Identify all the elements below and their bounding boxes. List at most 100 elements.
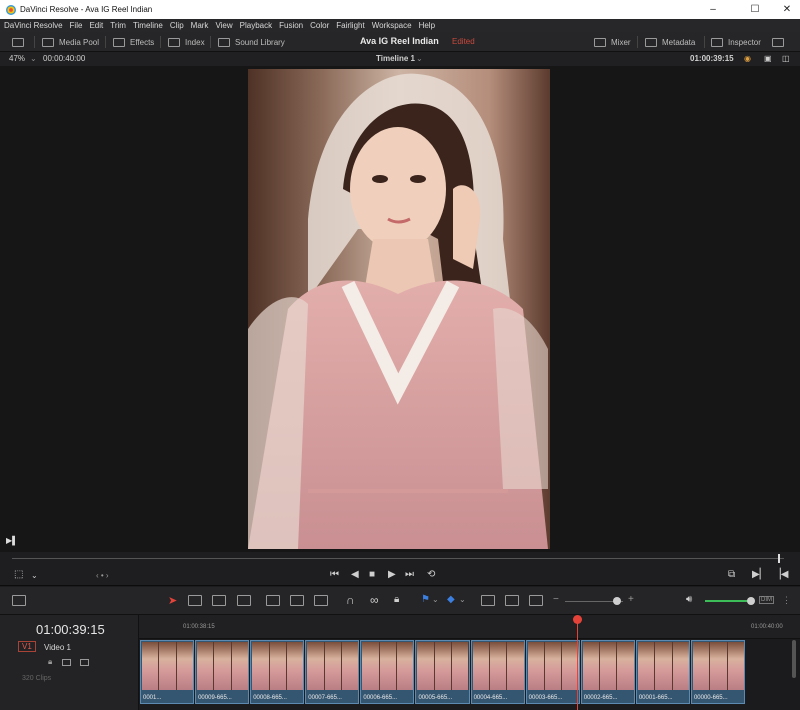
menu-timeline[interactable]: Timeline bbox=[133, 21, 163, 30]
maximize-button[interactable]: ☐ bbox=[738, 0, 772, 19]
timeline-clip[interactable]: 00003-665... bbox=[525, 640, 580, 704]
zoom-custom-icon[interactable] bbox=[529, 595, 543, 606]
jog-control-icon[interactable]: ‹ • › bbox=[96, 571, 109, 580]
timeline-clip[interactable]: 00007-665... bbox=[305, 640, 360, 704]
zoom-out-icon[interactable]: − bbox=[553, 594, 559, 605]
position-lock-icon[interactable]: 🔒︎ bbox=[394, 594, 399, 605]
blade-tool-icon[interactable] bbox=[237, 595, 251, 606]
sound-library-button[interactable]: Sound Library bbox=[218, 32, 285, 52]
sound-library-label: Sound Library bbox=[235, 37, 285, 47]
linked-selection-icon[interactable]: ∞ bbox=[370, 593, 379, 607]
snapping-icon[interactable]: ∩ bbox=[346, 593, 355, 607]
timeline-clip[interactable]: 00001-665... bbox=[635, 640, 690, 704]
timeline-clip[interactable]: 00002-665... bbox=[580, 640, 635, 704]
overwrite-clip-icon[interactable] bbox=[290, 595, 304, 606]
menu-color[interactable]: Color bbox=[310, 21, 329, 30]
timeline-clip[interactable]: 00006-665... bbox=[360, 640, 415, 704]
playhead-line[interactable] bbox=[577, 620, 578, 710]
selection-tool-icon[interactable]: ➤ bbox=[168, 594, 177, 607]
chevron-down-icon[interactable]: ⌄ bbox=[416, 54, 423, 63]
go-to-start-button[interactable]: ⏮ bbox=[330, 569, 339, 580]
next-frame-icon[interactable]: ▶▏ bbox=[752, 569, 767, 580]
chevron-down-icon[interactable]: ⌄ bbox=[432, 595, 439, 604]
mixer-button[interactable]: Mixer bbox=[594, 32, 631, 52]
menu-fusion[interactable]: Fusion bbox=[279, 21, 303, 30]
color-wheel-icon[interactable]: ◉ bbox=[744, 54, 751, 63]
panel-collapse-button[interactable] bbox=[772, 32, 789, 52]
marker-icon[interactable]: ◆ bbox=[447, 594, 455, 605]
timeline-name-dropdown[interactable]: Timeline 1 bbox=[376, 54, 415, 63]
zoom-level-dropdown[interactable]: 47% bbox=[9, 54, 25, 63]
timeline-ruler[interactable]: 01:00:38:15 01:00:40:00 bbox=[139, 615, 800, 639]
inspector-button[interactable]: Inspector bbox=[711, 32, 761, 52]
chevron-down-icon[interactable]: ⌄ bbox=[31, 571, 38, 580]
clip-name: 00000-665... bbox=[693, 695, 728, 701]
timeline-clip[interactable]: 00009-665... bbox=[195, 640, 250, 704]
menu-trim[interactable]: Trim bbox=[110, 21, 126, 30]
trim-edit-icon[interactable] bbox=[188, 595, 202, 606]
effects-button[interactable]: Effects bbox=[113, 32, 154, 52]
menu-view[interactable]: View bbox=[215, 21, 232, 30]
menu-file[interactable]: File bbox=[70, 21, 83, 30]
auto-select-icon[interactable] bbox=[62, 659, 71, 666]
single-viewer-icon[interactable]: ▣ bbox=[764, 54, 772, 63]
safe-area-icon[interactable]: ⬚ bbox=[14, 569, 23, 580]
timeline-clip[interactable]: 00004-665... bbox=[470, 640, 525, 704]
menu-workspace[interactable]: Workspace bbox=[372, 21, 412, 30]
viewer-panel[interactable]: ▶▌ bbox=[0, 66, 800, 552]
loop-button[interactable]: ⟲ bbox=[427, 569, 435, 580]
speaker-icon[interactable]: 🔊︎ bbox=[686, 594, 692, 605]
menu-help[interactable]: Help bbox=[419, 21, 435, 30]
dim-button[interactable]: DIM bbox=[759, 596, 774, 604]
timeline-clip[interactable]: 00000-665... bbox=[690, 640, 746, 704]
chevron-down-icon[interactable]: ⌄ bbox=[30, 54, 37, 63]
menu-playback[interactable]: Playback bbox=[240, 21, 272, 30]
menu-edit[interactable]: Edit bbox=[89, 21, 103, 30]
stop-button[interactable]: ■ bbox=[369, 569, 375, 580]
index-label: Index bbox=[185, 37, 205, 47]
timeline-vertical-scrollbar[interactable] bbox=[792, 640, 796, 678]
clip-name: 00005-665... bbox=[418, 695, 453, 701]
timeline-view-options-icon[interactable] bbox=[12, 595, 26, 606]
zoom-full-icon[interactable] bbox=[481, 595, 495, 606]
track-destination-button[interactable]: V1 bbox=[18, 641, 36, 652]
scrub-bar[interactable] bbox=[12, 558, 784, 559]
index-button[interactable]: Index bbox=[168, 32, 205, 52]
play-reverse-button[interactable]: ◀ bbox=[351, 569, 359, 580]
zoom-slider-handle[interactable] bbox=[613, 597, 621, 605]
go-to-end-button[interactable]: ⏭ bbox=[405, 569, 414, 580]
scrub-position-marker[interactable] bbox=[778, 554, 780, 563]
viewer-scrubber[interactable] bbox=[0, 552, 800, 566]
timeline-clip[interactable]: 00005-665... bbox=[415, 640, 470, 704]
dynamic-trim-icon[interactable] bbox=[212, 595, 226, 606]
menu-mark[interactable]: Mark bbox=[191, 21, 209, 30]
timeline-clip[interactable]: 00008-665... bbox=[250, 640, 305, 704]
menu-davinci[interactable]: DaVinci Resolve bbox=[4, 21, 63, 30]
flag-icon[interactable]: ⚑ bbox=[421, 594, 430, 605]
sound-library-icon bbox=[218, 37, 230, 47]
close-button[interactable]: ✕ bbox=[770, 0, 800, 19]
track-visibility-icon[interactable] bbox=[80, 659, 89, 666]
viewer-options-icon[interactable]: ▶▌ bbox=[6, 536, 18, 545]
volume-slider-handle[interactable] bbox=[747, 597, 755, 605]
play-button[interactable]: ▶ bbox=[388, 569, 396, 580]
lock-track-icon[interactable]: 🔒︎ bbox=[48, 657, 52, 667]
zoom-detail-icon[interactable] bbox=[505, 595, 519, 606]
last-frame-icon[interactable]: ▕◀ bbox=[773, 569, 788, 580]
menu-clip[interactable]: Clip bbox=[170, 21, 184, 30]
replace-clip-icon[interactable] bbox=[314, 595, 328, 606]
timeline-clip[interactable]: 0001... bbox=[140, 640, 195, 704]
media-pool-button[interactable]: Media Pool bbox=[42, 32, 99, 52]
menu-fairlight[interactable]: Fairlight bbox=[336, 21, 364, 30]
match-frame-icon[interactable]: ⧉ bbox=[728, 569, 735, 580]
insert-clip-icon[interactable] bbox=[266, 595, 280, 606]
dual-viewer-icon[interactable]: ◫ bbox=[782, 54, 790, 63]
chevron-down-icon[interactable]: ⌄ bbox=[459, 595, 466, 604]
layout-toggle-button[interactable] bbox=[12, 32, 29, 52]
track-name[interactable]: Video 1 bbox=[44, 643, 71, 652]
zoom-in-icon[interactable]: + bbox=[628, 594, 634, 605]
volume-slider[interactable] bbox=[705, 600, 750, 602]
more-options-icon[interactable]: ⋮ bbox=[782, 595, 791, 606]
metadata-button[interactable]: Metadata bbox=[645, 32, 695, 52]
minimize-button[interactable]: – bbox=[696, 0, 730, 19]
